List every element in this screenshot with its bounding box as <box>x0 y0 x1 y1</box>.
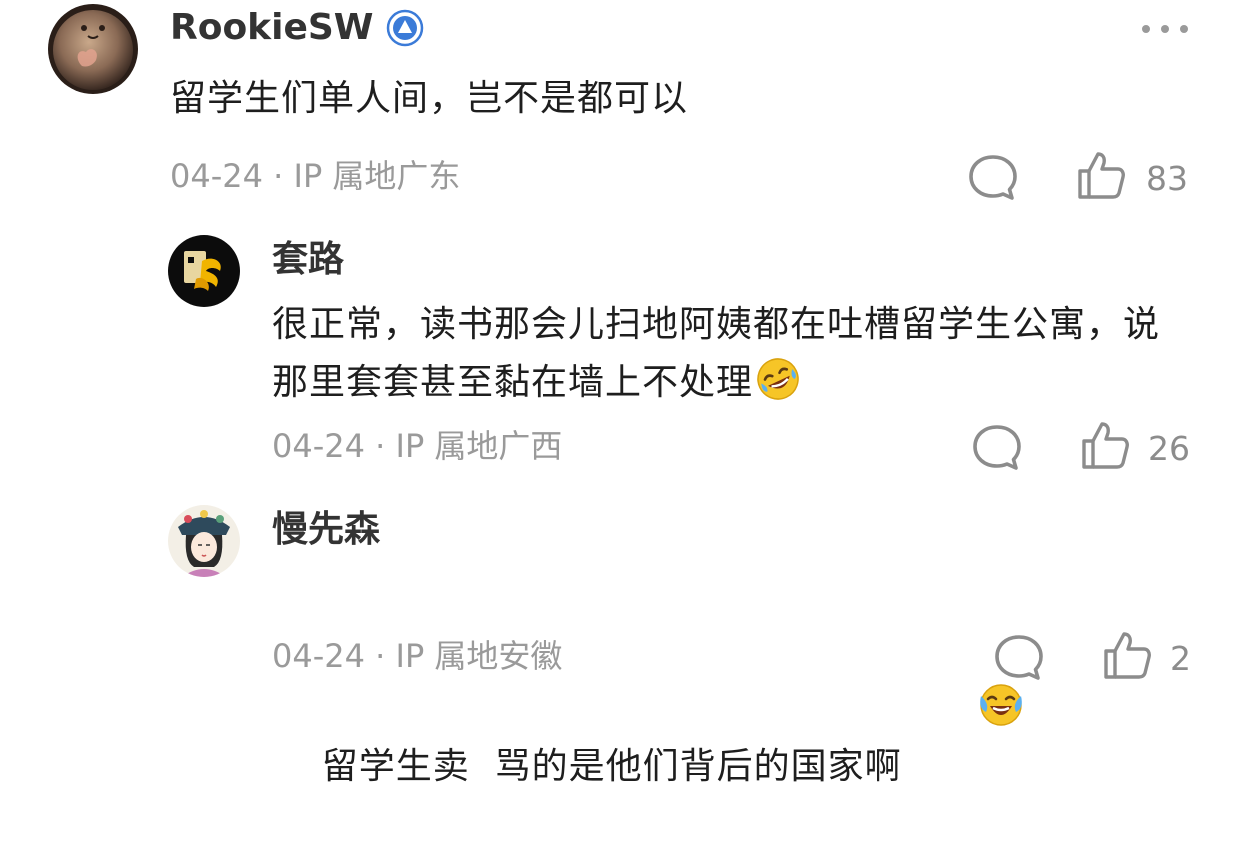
reply-button[interactable] <box>994 633 1044 683</box>
reply-button[interactable] <box>968 153 1018 203</box>
comment-meta: 04-24 · IP 属地广西 <box>272 427 563 465</box>
thumbs-up-icon <box>1078 152 1125 199</box>
avatar[interactable] <box>168 505 240 577</box>
reply-button[interactable] <box>972 423 1022 473</box>
comment-meta: 04-24 · IP 属地安徽 <box>272 637 563 675</box>
like-button[interactable] <box>1076 150 1126 200</box>
comment-text: 留学生卖 骂的是他们背后的国家啊 <box>272 566 1177 854</box>
username[interactable]: 慢先森 <box>272 508 380 552</box>
more-dots-icon[interactable] <box>1140 21 1190 35</box>
comment-text: 留学生们单人间，岂不是都可以 <box>170 78 689 119</box>
comment-bubble-icon <box>995 635 1043 680</box>
like-button[interactable] <box>1102 630 1152 680</box>
comment-text-content: 很正常，读书那会儿扫地阿姨都在吐槽留学生公寓，说那里套套甚至黏在墙上不处理 <box>272 304 1161 403</box>
like-count: 2 <box>1170 639 1191 678</box>
thumbs-up-icon <box>1082 422 1129 469</box>
comment-text-content: 留学生卖 骂的是他们背后的国家啊 <box>321 746 902 787</box>
avatar[interactable] <box>48 4 138 94</box>
comment-meta: 04-24 · IP 属地广东 <box>170 157 461 195</box>
thumbs-up-icon <box>1104 632 1151 679</box>
like-button[interactable] <box>1080 420 1130 470</box>
rofl-emoji <box>755 356 801 402</box>
comment-text: 很正常，读书那会儿扫地阿姨都在吐槽留学生公寓，说那里套套甚至黏在墙上不处理 <box>272 296 1177 412</box>
verified-badge-icon <box>386 9 424 47</box>
laughing-crying-emoji <box>904 624 1023 726</box>
avatar[interactable] <box>168 235 240 307</box>
comment-bubble-icon <box>973 425 1021 470</box>
username[interactable]: 套路 <box>272 238 344 282</box>
comment-bubble-icon <box>969 155 1017 200</box>
like-count: 83 <box>1146 159 1188 198</box>
username[interactable]: RookieSW <box>170 6 374 50</box>
like-count: 26 <box>1148 429 1190 468</box>
